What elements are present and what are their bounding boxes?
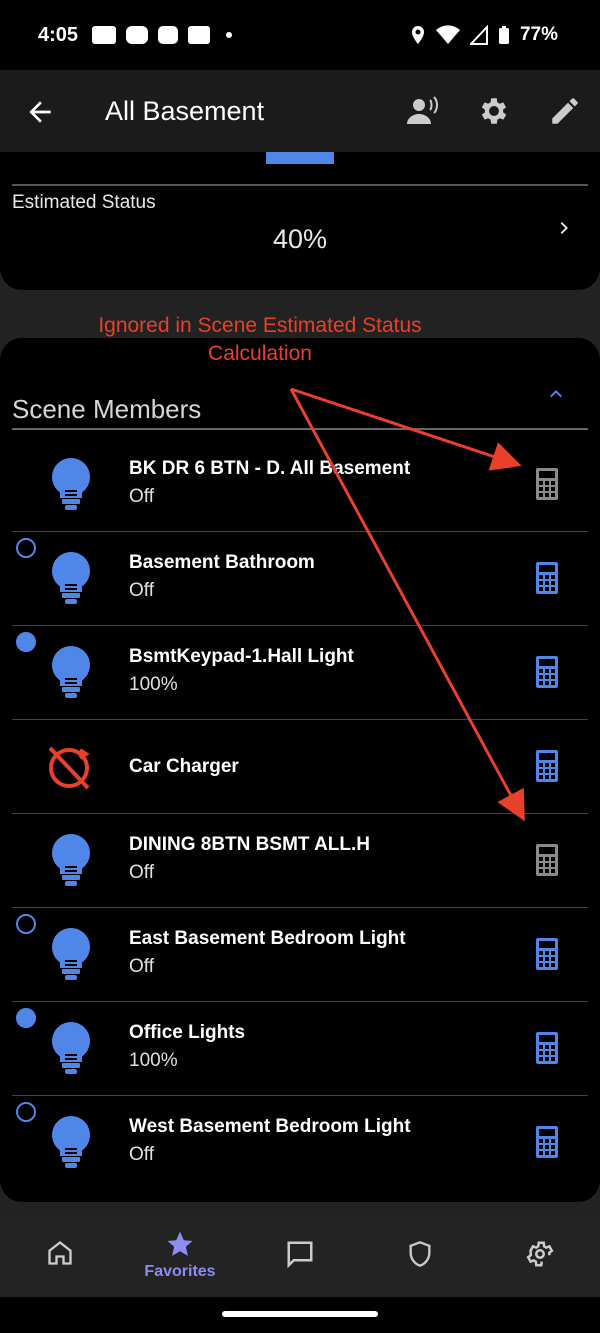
list-item[interactable]: East Basement Bedroom Light Off (12, 908, 588, 1002)
gear-icon (526, 1241, 554, 1267)
gesture-bar (0, 1297, 600, 1333)
light-bulb-icon (51, 458, 91, 510)
estimated-status-label: Estimated Status (12, 192, 156, 213)
device-name: DINING 8BTN BSMT ALL.H (129, 834, 371, 855)
nav-security[interactable] (375, 1227, 465, 1291)
edit-pencil-icon[interactable] (548, 94, 582, 128)
device-name: Basement Bathroom (129, 552, 315, 573)
app-bar: All Basement (0, 70, 600, 152)
chevron-right-icon[interactable] (552, 216, 576, 240)
list-item[interactable]: BsmtKeypad-1.Hall Light 100% (12, 626, 588, 720)
divider (12, 184, 588, 186)
device-state: Off (129, 862, 154, 883)
calculator-icon[interactable] (536, 938, 558, 970)
light-bulb-icon (51, 552, 91, 604)
shield-icon (409, 1241, 431, 1267)
calculator-icon[interactable] (536, 562, 558, 594)
device-state: 100% (129, 1050, 178, 1071)
device-name: Car Charger (129, 756, 239, 777)
list-item[interactable]: Basement Bathroom Off (12, 532, 588, 626)
nav-messages[interactable] (255, 1227, 345, 1291)
light-bulb-icon (51, 646, 91, 698)
calculator-icon[interactable] (536, 844, 558, 876)
list-item[interactable]: Car Charger (12, 720, 588, 814)
list-item[interactable]: BK DR 6 BTN - D. All Basement Off (12, 438, 588, 532)
home-icon (48, 1241, 72, 1265)
chat-icon (287, 1241, 313, 1269)
status-bar: 4:05 77% (0, 0, 600, 70)
device-name: BK DR 6 BTN - D. All Basement (129, 458, 411, 479)
list-item[interactable]: West Basement Bedroom Light Off (12, 1096, 588, 1190)
scene-members-card: Scene Members BK DR 6 BTN - D. All Basem… (0, 338, 600, 1202)
light-bulb-icon (51, 834, 91, 886)
device-name: BsmtKeypad-1.Hall Light (129, 646, 354, 667)
status-time: 4:05 (38, 24, 79, 46)
nav-favorites-label: Favorites (144, 1263, 216, 1280)
star-icon (167, 1231, 193, 1256)
device-name: Office Lights (129, 1022, 246, 1043)
device-state: Off (129, 580, 154, 601)
annotation-line-1: Ignored in Scene Estimated Status (98, 314, 422, 337)
back-arrow-icon[interactable] (24, 96, 56, 128)
device-state: 100% (129, 674, 178, 695)
calculator-icon[interactable] (536, 468, 558, 500)
device-state: Off (129, 956, 154, 977)
battery-percent: 77% (519, 24, 558, 45)
status-indicator-dot (16, 632, 36, 652)
wifi-icon (435, 25, 460, 44)
light-bulb-icon (51, 1022, 91, 1074)
nav-home[interactable] (15, 1227, 105, 1291)
notification-icons (92, 26, 232, 44)
car-charger-offline-icon (48, 746, 90, 790)
chevron-up-icon[interactable] (544, 382, 568, 406)
estimated-status-value: 40% (272, 224, 328, 254)
annotation-line-2: Calculation (208, 342, 312, 365)
app-notification-icon (126, 26, 148, 44)
youtube-icon (92, 26, 116, 44)
light-bulb-icon (51, 1116, 91, 1168)
calculator-icon[interactable] (536, 656, 558, 688)
cast-notification-icon (188, 26, 210, 44)
status-indicator-dot (16, 1102, 36, 1122)
device-state: Off (129, 1144, 154, 1165)
nav-settings[interactable] (495, 1227, 585, 1291)
status-indicator-dot (16, 914, 36, 934)
section-title: Scene Members (12, 394, 202, 424)
app-notification-icon (158, 26, 178, 44)
voice-control-icon[interactable] (406, 94, 440, 128)
annotation-text: Ignored in Scene Estimated Status Calcul… (0, 312, 520, 368)
page-title: All Basement (105, 96, 265, 126)
settings-gear-icon[interactable] (477, 94, 511, 128)
more-notifications-dot (226, 32, 232, 38)
home-indicator[interactable] (222, 1311, 378, 1317)
calculator-icon[interactable] (536, 750, 558, 782)
scene-level-bar (266, 152, 334, 164)
light-bulb-icon (51, 928, 91, 980)
status-indicator-dot (16, 1008, 36, 1028)
list-item[interactable]: DINING 8BTN BSMT ALL.H Off (12, 814, 588, 908)
signal-icon (469, 25, 488, 45)
device-name: West Basement Bedroom Light (129, 1116, 411, 1137)
battery-icon (498, 26, 509, 44)
estimated-status-card[interactable]: Estimated Status 40% (0, 152, 600, 290)
status-indicator-dot (16, 538, 36, 558)
bottom-navigation: Favorites (0, 1217, 600, 1297)
location-icon (411, 26, 424, 44)
calculator-icon[interactable] (536, 1032, 558, 1064)
device-name: East Basement Bedroom Light (129, 928, 406, 949)
list-item[interactable]: Office Lights 100% (12, 1002, 588, 1096)
calculator-icon[interactable] (536, 1126, 558, 1158)
nav-favorites[interactable]: Favorites (135, 1227, 225, 1291)
device-state: Off (129, 486, 154, 507)
section-divider (12, 428, 588, 430)
system-icons: 77% (410, 24, 558, 46)
